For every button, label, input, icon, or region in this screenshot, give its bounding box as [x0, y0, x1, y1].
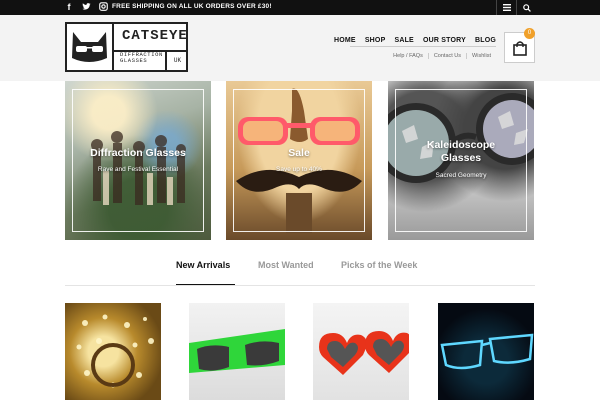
product-card[interactable] — [189, 303, 285, 400]
product-image-green-sunglasses — [189, 329, 285, 373]
product-image-led-glasses — [440, 333, 534, 370]
banner-frame — [233, 89, 365, 232]
site-logo[interactable]: CATSEYE DIFFRACTION GLASSES UK — [65, 22, 188, 72]
nav-shop[interactable]: SHOP — [365, 37, 386, 44]
banner-sale[interactable]: Sale Save up to 40% — [226, 81, 372, 240]
instagram-icon[interactable] — [98, 2, 108, 12]
topbar-actions — [496, 0, 536, 15]
banner-frame — [72, 89, 204, 232]
nav-sale[interactable]: SALE — [394, 37, 413, 44]
nav-wishlist[interactable]: Wishlist — [466, 53, 496, 59]
product-card[interactable] — [65, 303, 161, 400]
product-card[interactable] — [438, 303, 534, 400]
tabs-divider — [65, 285, 535, 286]
nav-help-faqs[interactable]: Help / FAQs — [388, 53, 428, 59]
banner-diffraction-glasses[interactable]: Diffraction Glasses Rave and Festival Es… — [65, 81, 211, 240]
cat-logo-icon — [67, 24, 114, 70]
tab-most-wanted[interactable]: Most Wanted — [258, 260, 314, 270]
top-bar: f FREE SHIPPING ON ALL UK ORDERS OVER £3… — [0, 0, 600, 15]
shopping-bag-icon — [512, 40, 527, 56]
cart-button[interactable]: 0 — [504, 28, 535, 63]
brand-name: CATSEYE — [122, 28, 188, 44]
banner-caption: Sacred Geometry — [435, 172, 487, 179]
menu-button[interactable] — [496, 0, 516, 15]
brand-subtitle: DIFFRACTION GLASSES — [120, 51, 163, 64]
cart-count-badge: 0 — [524, 28, 535, 39]
banner-caption: Rave and Festival Essential — [97, 166, 179, 173]
banner-kaleidoscope-glasses[interactable]: Kaleidoscope Glasses Sacred Geometry — [388, 81, 534, 240]
nav-our-story[interactable]: OUR STORY — [423, 37, 466, 44]
secondary-nav: Help / FAQs Contact Us Wishlist — [388, 53, 496, 59]
banner-caption: Save up to 40% — [276, 166, 322, 173]
search-icon — [522, 3, 531, 12]
banner-title: Diffraction Glasses — [90, 147, 186, 159]
tab-new-arrivals[interactable]: New Arrivals — [176, 260, 230, 270]
facebook-icon[interactable]: f — [64, 2, 74, 12]
nav-contact-us[interactable]: Contact Us — [427, 53, 466, 59]
nav-home[interactable]: HOME — [334, 37, 356, 44]
shipping-promo: FREE SHIPPING ON ALL UK ORDERS OVER £30! — [112, 3, 272, 10]
product-image-diffraction — [76, 314, 154, 388]
banner-title: Kaleidoscope Glasses — [426, 139, 496, 164]
product-image-heart-sunglasses — [319, 331, 409, 375]
region-label: UK — [165, 52, 188, 70]
social-links: f — [64, 2, 108, 12]
product-card[interactable] — [313, 303, 409, 400]
nav-divider — [350, 46, 496, 47]
search-button[interactable] — [516, 0, 536, 15]
menu-icon — [502, 4, 511, 11]
main-nav: HOME SHOP SALE OUR STORY BLOG — [334, 37, 496, 44]
product-tabs: New Arrivals Most Wanted Picks of the We… — [0, 256, 600, 286]
tab-picks-of-the-week[interactable]: Picks of the Week — [341, 260, 417, 270]
banner-title: Sale — [288, 147, 310, 159]
site-header: CATSEYE DIFFRACTION GLASSES UK HOME SHOP… — [0, 15, 600, 81]
nav-blog[interactable]: BLOG — [475, 37, 496, 44]
twitter-icon[interactable] — [81, 2, 91, 12]
